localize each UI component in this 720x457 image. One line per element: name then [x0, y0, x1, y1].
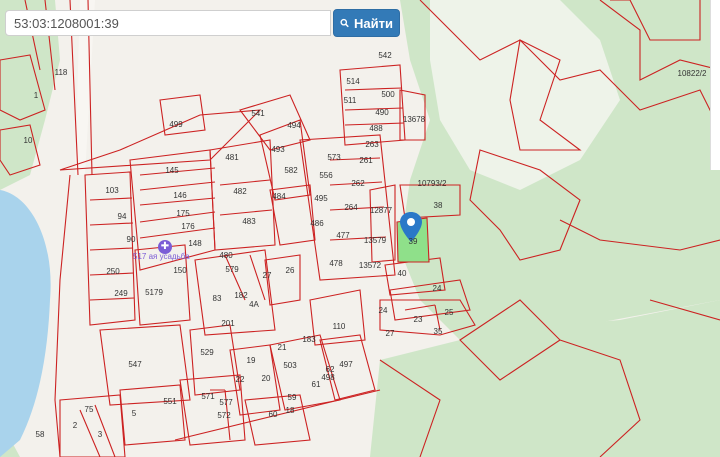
parcel-label: 262 [351, 179, 365, 188]
parcel-label: 90 [127, 235, 136, 244]
parcel-label: 176 [181, 222, 195, 231]
parcel-label: 183 [302, 335, 316, 344]
parcel-label: 27 [263, 271, 272, 280]
parcel-label: 264 [344, 203, 358, 212]
parcel-label: 478 [329, 259, 343, 268]
parcel-label: 511 [344, 96, 357, 105]
parcel-label: 542 [378, 51, 392, 60]
parcel-label: 146 [173, 191, 187, 200]
parcel-label: 24 [379, 306, 388, 315]
parcel-label: 22 [236, 375, 245, 384]
parcel-label: 498 [321, 373, 335, 382]
parcel-label: 10822/2 [678, 69, 707, 78]
parcel-label: 26 [286, 266, 295, 275]
poi-label: 517 ая усадьба [133, 252, 190, 261]
parcel-label: 25 [445, 308, 454, 317]
parcel-label: 577 [219, 398, 233, 407]
parcel-label: 483 [242, 217, 256, 226]
parcel-label: 556 [319, 171, 333, 180]
parcel-label: 486 [310, 219, 324, 228]
parcel-label: 59 [288, 393, 297, 402]
parcel-label: 24 [433, 284, 442, 293]
parcel-label: 547 [128, 360, 142, 369]
parcel-label: 579 [225, 265, 239, 274]
search-button-label: Найти [354, 15, 393, 31]
parcel-label: 261 [359, 156, 373, 165]
parcel-label: 263 [365, 140, 379, 149]
parcel-label: 201 [221, 319, 235, 328]
parcel-label: 27 [386, 329, 395, 338]
parcel-label: 477 [336, 231, 350, 240]
parcel-label: 38 [434, 201, 443, 210]
cadastral-map[interactable]: 51450054251149048826313678573 26155626249… [0, 0, 720, 457]
parcel-label: 551 [163, 397, 177, 406]
parcel-label: 58 [36, 430, 45, 439]
parcel-label: 10793/2 [418, 179, 447, 188]
parcel-label: 493 [271, 145, 285, 154]
parcel-label: 573 [327, 153, 341, 162]
parcel-label: 482 [233, 187, 247, 196]
parcel-label: 19 [247, 356, 256, 365]
parcel-label: 83 [213, 294, 222, 303]
parcel-label: 145 [165, 166, 179, 175]
parcel-label: 582 [284, 166, 298, 175]
parcel-label: 10 [24, 136, 33, 145]
parcel-label: 503 [283, 361, 297, 370]
parcel-label: 103 [105, 186, 119, 195]
parcel-label: 12877 [370, 206, 393, 215]
parcel-label: 481 [225, 153, 239, 162]
parcel-label: 488 [369, 124, 383, 133]
parcel-label: 2 [73, 421, 78, 430]
parcel-label: 572 [217, 411, 231, 420]
parcel-label: 21 [278, 343, 287, 352]
parcel-label: 20 [262, 374, 271, 383]
parcel-label: 175 [176, 209, 190, 218]
parcel-label: 148 [188, 239, 202, 248]
parcel-label: 494 [287, 121, 301, 130]
parcel-label: 13572 [359, 261, 382, 270]
parcel-label: 490 [375, 108, 389, 117]
parcel-label: 150 [173, 266, 187, 275]
parcel-label: 500 [381, 90, 395, 99]
parcel-label: 110 [333, 322, 346, 331]
parcel-label: 1 [34, 91, 39, 100]
parcel-label: 182 [234, 291, 248, 300]
parcel-label: 497 [339, 360, 353, 369]
parcel-label: 35 [434, 327, 443, 336]
search-button[interactable]: Найти [333, 9, 400, 37]
search-input[interactable] [5, 10, 331, 36]
parcel-label: 75 [85, 405, 94, 414]
parcel-label: 60 [269, 410, 278, 419]
parcel-label: 61 [312, 380, 321, 389]
parcel-label: 499 [169, 120, 183, 129]
parcel-label: 13579 [364, 236, 387, 245]
parcel-label: 250 [106, 267, 120, 276]
parcel-label: 18 [286, 406, 295, 415]
parcel-label: 5 [132, 409, 137, 418]
search-icon [340, 18, 349, 28]
parcel-label: 4А [249, 300, 259, 309]
parcel-label: 529 [200, 348, 214, 357]
parcel-label: 484 [272, 192, 286, 201]
side-panel[interactable] [710, 0, 720, 170]
parcel-label: 94 [118, 212, 127, 221]
parcel-label: 495 [314, 194, 328, 203]
parcel-label: 40 [398, 269, 407, 278]
parcel-label: 5179 [145, 288, 163, 297]
parcel-label: 3 [98, 430, 103, 439]
parcel-label: 514 [346, 77, 360, 86]
parcel-label: 13678 [403, 115, 426, 124]
parcel-label: 571 [201, 392, 215, 401]
parcel-label: 23 [414, 315, 423, 324]
parcel-label: 480 [219, 251, 233, 260]
parcel-label: 249 [114, 289, 128, 298]
parcel-label: 39 [409, 237, 418, 246]
parcel-label: 541 [251, 109, 265, 118]
parcel-label: 118 [55, 68, 68, 77]
